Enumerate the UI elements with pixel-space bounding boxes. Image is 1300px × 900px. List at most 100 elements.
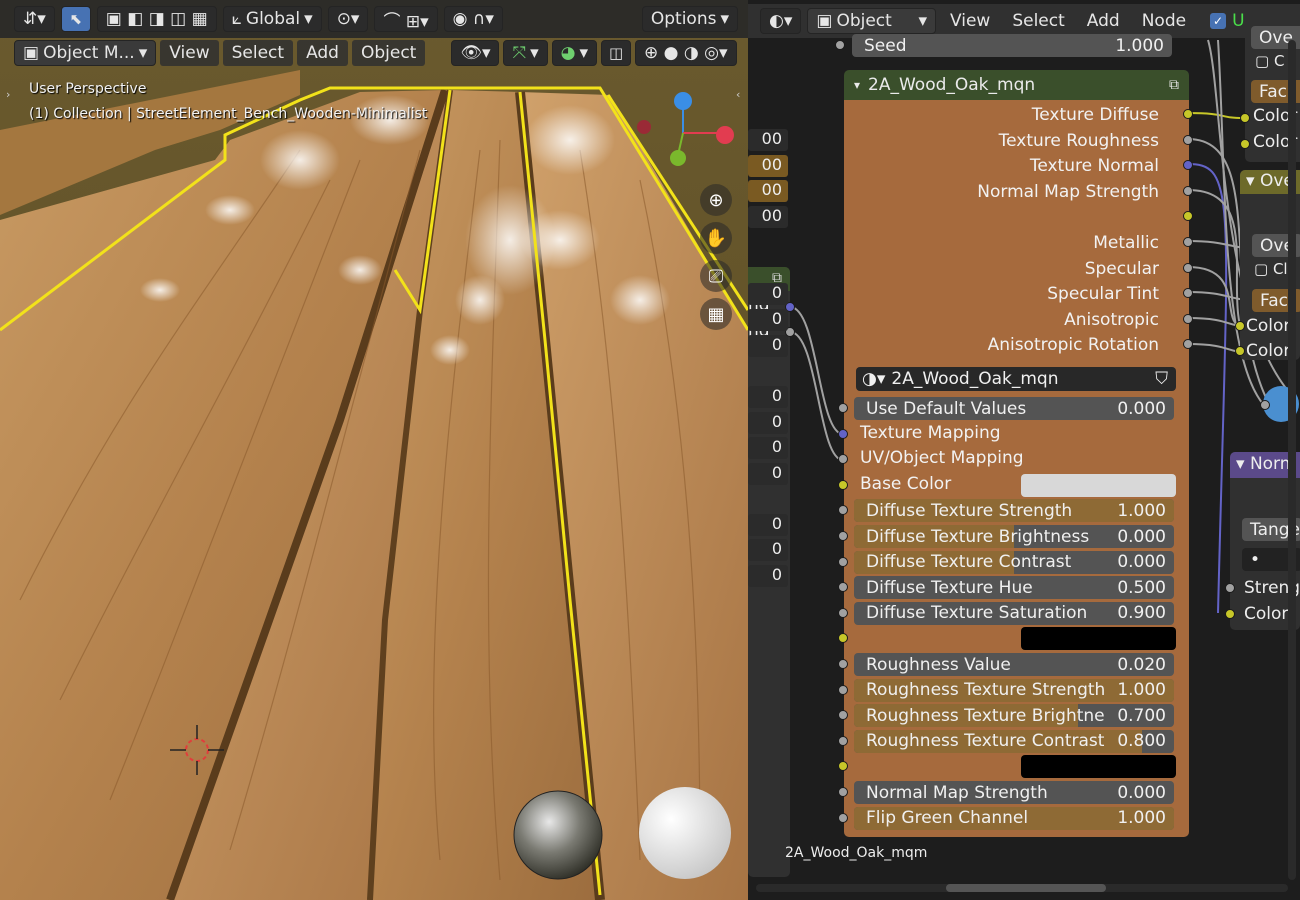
shader-type-dropdown[interactable]: ▣ Object ▾ bbox=[807, 8, 936, 34]
group-output-socket[interactable] bbox=[1183, 134, 1193, 145]
group-input-field[interactable]: Roughness Texture Brightne 0.700 bbox=[854, 704, 1174, 728]
left-node-value[interactable]: 00 bbox=[748, 129, 788, 151]
snap-icon[interactable]: ⇵▾ bbox=[14, 6, 55, 32]
group-output-socket[interactable] bbox=[1183, 262, 1193, 273]
left-node-value[interactable]: 0 bbox=[748, 463, 788, 485]
group-input-socket[interactable] bbox=[838, 607, 848, 618]
toolbar-expand-icon[interactable]: › bbox=[6, 88, 10, 101]
mix-color-socket[interactable] bbox=[1235, 346, 1245, 356]
grid-view-icon[interactable]: ▦ bbox=[700, 298, 732, 330]
left-partial-node[interactable]: ⧉ ng ng 00 00 00 00 0 0 0 0 0 0 0 0 0 0 bbox=[748, 129, 795, 877]
editor-type-icon[interactable]: ◐▾ bbox=[760, 8, 802, 34]
mix-color-socket[interactable] bbox=[1240, 113, 1250, 123]
color-swatch[interactable] bbox=[1021, 755, 1176, 779]
pan-hand-icon[interactable]: ✋ bbox=[700, 222, 732, 254]
menu-select[interactable]: Select bbox=[1004, 11, 1072, 31]
group-output-socket[interactable] bbox=[1183, 185, 1193, 196]
group-input-socket[interactable] bbox=[838, 812, 848, 823]
group-input-field[interactable]: Diffuse Texture Strength 1.000 bbox=[854, 499, 1174, 523]
menu-node[interactable]: Node bbox=[1134, 11, 1194, 31]
select-tool-icon[interactable]: ⬉ bbox=[60, 6, 91, 32]
overlays-icon[interactable]: ◕ ▾ bbox=[551, 40, 598, 66]
group-input-socket[interactable] bbox=[838, 531, 848, 541]
group-output-socket[interactable] bbox=[1183, 109, 1193, 119]
left-node-value[interactable]: 0 bbox=[748, 565, 788, 587]
sidebar-expand-icon[interactable]: ‹ bbox=[736, 88, 740, 101]
menu-view[interactable]: View bbox=[160, 40, 219, 66]
group-input-socket[interactable] bbox=[838, 428, 848, 439]
3d-viewport[interactable]: ⇵▾ ⬉ ▣ ◧ ◨ ◫ ▦ ⟀ Global ▾ ⊙▾ ⌒ ⊞▾ ◉ ∩▾ O… bbox=[0, 0, 748, 900]
color-swatch[interactable] bbox=[1021, 627, 1176, 651]
group-input-socket[interactable] bbox=[838, 684, 848, 695]
left-node-value[interactable]: 0 bbox=[748, 335, 788, 357]
normal-color-socket[interactable] bbox=[1225, 609, 1235, 619]
group-input-field[interactable]: Roughness Value 0.020 bbox=[854, 653, 1174, 676]
horizontal-scrollbar[interactable] bbox=[756, 884, 1288, 892]
group-input-field[interactable]: Normal Map Strength 0.000 bbox=[854, 781, 1174, 804]
clamp-checkbox[interactable]: ▢ Cl bbox=[1254, 260, 1288, 278]
group-input-field[interactable]: Flip Green Channel 1.000 bbox=[854, 806, 1174, 830]
gizmo-toggle-icon[interactable]: ⤧ ▾ bbox=[503, 40, 548, 66]
mode-dropdown[interactable]: ▣ Object M... ▾ bbox=[14, 40, 157, 66]
left-node-value[interactable]: 0 bbox=[748, 309, 788, 331]
group-input-field[interactable]: Roughness Texture Strength 1.000 bbox=[854, 678, 1174, 702]
node-group-datablock[interactable]: ◑▾ 2A_Wood_Oak_mqn ⛉ bbox=[856, 367, 1176, 391]
left-node-value[interactable]: 0 bbox=[748, 412, 788, 434]
seed-socket[interactable] bbox=[835, 40, 845, 50]
group-input-field[interactable]: Use Default Values 0.000 bbox=[854, 397, 1174, 420]
pivot-icon[interactable]: ⊙▾ bbox=[327, 6, 369, 32]
group-node-wood-oak[interactable]: ▾ 2A_Wood_Oak_mqn ⧉ Texture Diffuse Textu… bbox=[838, 70, 1193, 837]
group-input-field[interactable]: Diffuse Texture Brightness 0.000 bbox=[854, 525, 1174, 548]
options-dropdown[interactable]: Options ▾ bbox=[641, 6, 738, 32]
camera-icon[interactable]: ⎚ bbox=[700, 260, 732, 292]
group-input-socket[interactable] bbox=[838, 735, 848, 746]
group-input-field[interactable]: Diffuse Texture Hue 0.500 bbox=[854, 576, 1174, 600]
group-node-header[interactable]: ▾ 2A_Wood_Oak_mqn ⧉ bbox=[844, 70, 1189, 100]
menu-add[interactable]: Add bbox=[297, 40, 348, 66]
group-input-socket[interactable] bbox=[838, 403, 848, 413]
menu-select[interactable]: Select bbox=[222, 40, 294, 66]
group-input-field[interactable]: Roughness Texture Contrast 0.800 bbox=[854, 729, 1174, 753]
proportional-editing-icon[interactable]: ◉ ∩▾ bbox=[443, 6, 503, 32]
strength-socket[interactable] bbox=[1225, 583, 1235, 593]
snapping-icon[interactable]: ⌒ ⊞▾ bbox=[374, 6, 438, 32]
group-input-field[interactable]: Diffuse Texture Saturation 0.900 bbox=[854, 601, 1174, 625]
transform-orientation-dropdown[interactable]: ⟀ Global ▾ bbox=[222, 6, 322, 32]
group-output-socket[interactable] bbox=[1183, 237, 1193, 247]
select-mode-icons[interactable]: ▣ ◧ ◨ ◫ ▦ bbox=[96, 6, 217, 32]
vertical-scrollbar[interactable] bbox=[1288, 40, 1296, 880]
group-input-socket[interactable] bbox=[838, 659, 848, 669]
group-input-field[interactable]: Diffuse Texture Contrast 0.000 bbox=[854, 550, 1174, 574]
left-node-value[interactable]: 0 bbox=[748, 514, 788, 536]
node-group-icon[interactable]: ⧉ bbox=[1169, 77, 1179, 93]
base-color-swatch[interactable] bbox=[1021, 473, 1176, 497]
left-node-value[interactable]: 00 bbox=[748, 155, 788, 177]
group-input-value: 0.020 bbox=[1117, 654, 1166, 675]
group-input-socket[interactable] bbox=[838, 787, 848, 797]
left-node-value[interactable]: 0 bbox=[748, 283, 788, 305]
group-input-socket[interactable] bbox=[838, 556, 848, 567]
reroute-socket[interactable] bbox=[1260, 400, 1270, 410]
mix-color-socket[interactable] bbox=[1235, 321, 1245, 331]
left-node-value[interactable]: 00 bbox=[748, 180, 788, 202]
left-node-value[interactable]: 0 bbox=[748, 437, 788, 459]
fake-user-shield-icon[interactable]: ⛉ bbox=[1155, 369, 1168, 389]
menu-view[interactable]: View bbox=[942, 11, 998, 31]
menu-object[interactable]: Object bbox=[351, 40, 426, 66]
left-node-value[interactable]: 0 bbox=[748, 539, 788, 561]
zoom-icon[interactable]: ⊕ bbox=[700, 184, 732, 216]
left-node-value[interactable]: 0 bbox=[748, 386, 788, 408]
scrollbar-thumb[interactable] bbox=[946, 884, 1106, 892]
shader-node-editor[interactable]: ◐▾ ▣ Object ▾ View Select Add Node ✓ Use… bbox=[748, 0, 1300, 900]
mix-color-socket[interactable] bbox=[1240, 139, 1250, 149]
xray-icon[interactable]: ◫ bbox=[601, 40, 632, 66]
shading-modes[interactable]: ⊕ ● ◑ ◎▾ bbox=[635, 40, 737, 66]
seed-field[interactable]: Seed 1.000 bbox=[852, 34, 1172, 57]
clamp-checkbox[interactable]: ▢ C bbox=[1255, 52, 1284, 70]
group-output-socket[interactable] bbox=[1183, 313, 1193, 324]
menu-add[interactable]: Add bbox=[1079, 11, 1128, 31]
collapse-arrow-icon[interactable]: ▾ bbox=[854, 78, 860, 92]
left-node-value[interactable]: 00 bbox=[748, 206, 788, 228]
group-input-socket[interactable] bbox=[838, 479, 848, 490]
visibility-icon[interactable]: 👁▾ bbox=[451, 40, 500, 66]
